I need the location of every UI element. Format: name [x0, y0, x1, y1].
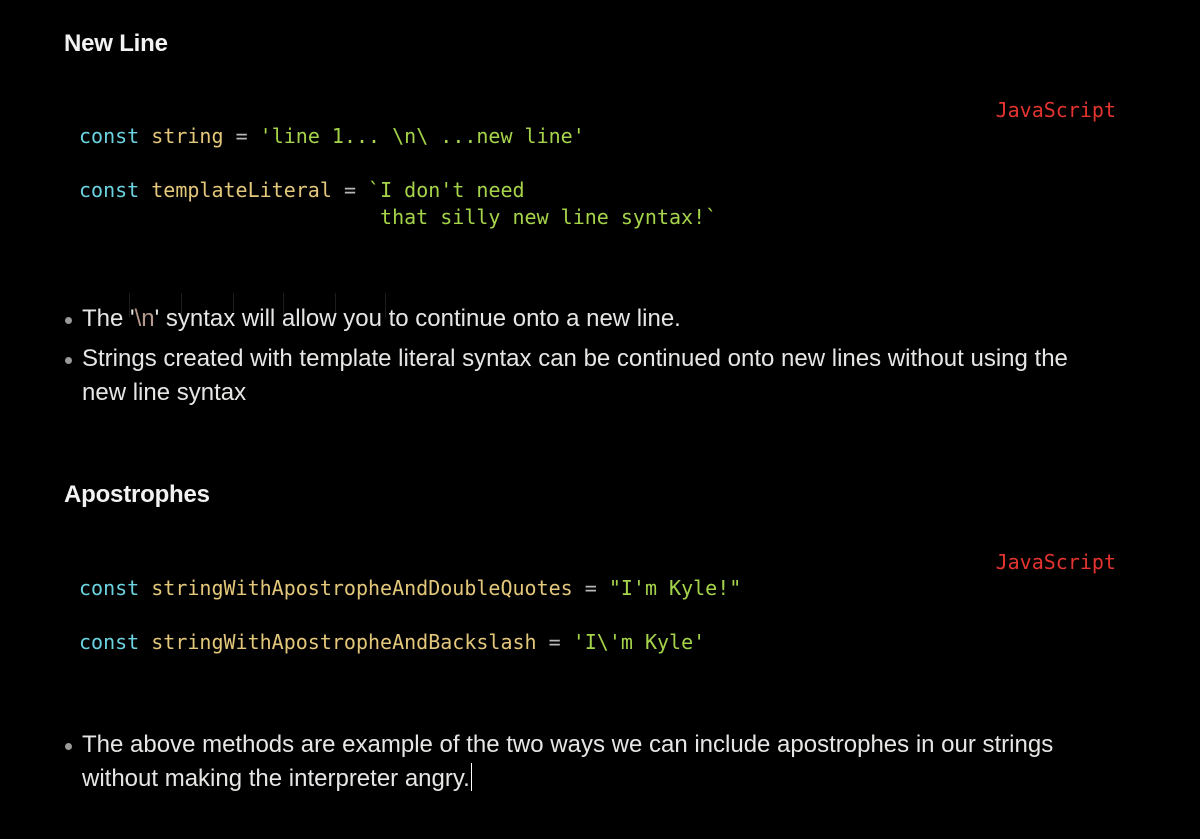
- code-block-new-line[interactable]: JavaScript const string = 'line 1... \n\…: [64, 88, 1136, 317]
- section-heading-apostrophes: Apostrophes: [64, 481, 210, 508]
- code-identifier: stringWithApostropheAndBackslash: [151, 630, 537, 654]
- bullet-text: The ': [82, 305, 135, 332]
- escape-sequence: \n: [134, 305, 155, 332]
- list-item[interactable]: Strings created with template literal sy…: [64, 342, 1104, 410]
- bullet-text: ' syntax will allow you to continue onto…: [154, 305, 681, 332]
- code-string: "I'm Kyle!": [608, 576, 742, 600]
- code-block-apostrophes[interactable]: JavaScript const stringWithApostropheAnd…: [64, 540, 1136, 670]
- list-item[interactable]: The '\n' syntax will allow you to contin…: [64, 302, 1104, 336]
- language-label: JavaScript: [995, 98, 1116, 122]
- section-heading-new-line: New Line: [64, 30, 168, 57]
- text-cursor: [470, 763, 472, 791]
- code-string: that silly new line syntax!`: [380, 205, 718, 229]
- code-string: 'line 1... \n\ ...new line': [259, 124, 585, 148]
- code-keyword: const: [79, 576, 140, 600]
- code-operator: =: [235, 124, 248, 148]
- bullet-list-apostrophes: The above methods are example of the two…: [64, 728, 1104, 802]
- code-keyword: const: [79, 124, 140, 148]
- bullet-list-new-line: The '\n' syntax will allow you to contin…: [64, 302, 1104, 416]
- code-keyword: const: [79, 630, 140, 654]
- bullet-text: Strings created with template literal sy…: [82, 345, 1068, 406]
- code-identifier: string: [151, 124, 224, 148]
- list-item[interactable]: The above methods are example of the two…: [64, 728, 1104, 796]
- code-string: `I don't need: [368, 178, 525, 202]
- code-operator: =: [343, 178, 356, 202]
- code-identifier: stringWithApostropheAndDoubleQuotes: [151, 576, 573, 600]
- code-content: const string = 'line 1... \n\ ...new lin…: [79, 123, 717, 231]
- code-operator: =: [584, 576, 597, 600]
- code-string: 'I\'m Kyle': [572, 630, 706, 654]
- code-content: const stringWithApostropheAndDoubleQuote…: [79, 575, 741, 656]
- code-keyword: const: [79, 178, 140, 202]
- code-identifier: templateLiteral: [151, 178, 332, 202]
- bullet-text: The above methods are example of the two…: [82, 731, 1054, 792]
- language-label: JavaScript: [995, 550, 1116, 574]
- code-operator: =: [548, 630, 561, 654]
